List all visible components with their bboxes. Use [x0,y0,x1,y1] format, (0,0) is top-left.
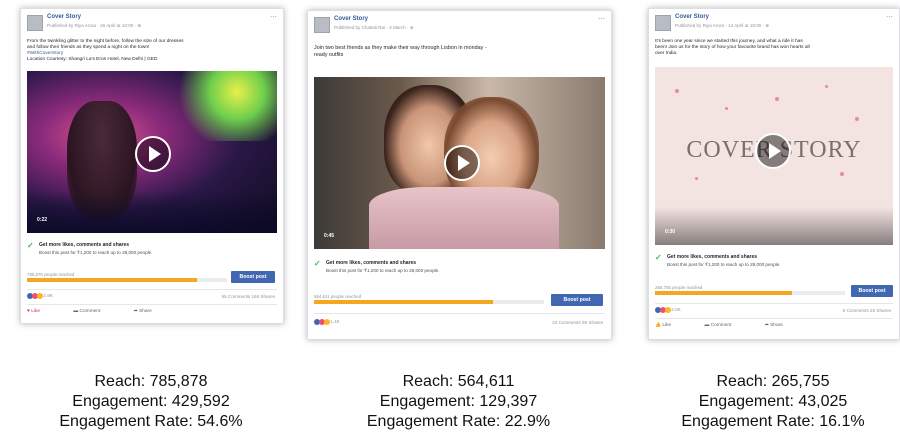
divider [27,304,277,305]
reach-stat: Reach: 785,878 [94,373,208,390]
post-stats-1: Reach: 785,878 Engagement: 429,592 Engag… [20,372,282,432]
post-card-3: Cover Story Published by Riya Arora · 14… [648,8,900,340]
engagement-stat: Engagement: 43,025 [698,393,848,410]
engagement-rate-stat: Engagement Rate: 16.1% [681,413,865,430]
more-options-icon[interactable]: ⋯ [270,13,277,21]
post-caption: From the twinkling glitter to the night … [27,39,277,63]
post-meta: Published by Riya Arora · 26 April at 10… [47,23,142,28]
engagement-rate-stat: Engagement Rate: 22.9% [366,413,551,430]
play-icon[interactable] [755,133,791,169]
divider [27,289,277,290]
divider [314,313,605,314]
reactions-summary[interactable]: 1.4K [314,319,340,325]
page-avatar[interactable] [314,17,330,33]
reach-bar-fill [314,300,494,304]
page-avatar[interactable] [655,15,671,31]
boost-post-button[interactable]: Boost post [551,294,603,306]
post-stats-2: Reach: 564,611 Engagement: 129,397 Engag… [307,372,610,432]
checkmark-icon: ✓ [655,253,662,262]
checkmark-icon: ✓ [27,241,34,250]
share-action[interactable]: ➦ Share [765,323,799,328]
post-stats-3: Reach: 265,755 Engagement: 43,025 Engage… [648,372,898,432]
share-action[interactable]: ➦ Share [134,309,168,314]
video-duration: 0:30 [665,229,676,235]
people-reached-text: 785,878 people reached [27,272,75,277]
reach-bar-fill [655,291,792,295]
like-action[interactable]: 👍 Like [655,323,687,328]
post-meta: Published by Riya Arora · 14 April at 18… [675,23,770,28]
video-thumbnail[interactable]: 0:22 [27,71,277,233]
boost-tip: ✓ Get more likes, comments and shares Bo… [27,241,153,255]
boost-tip: ✓ Get more likes, comments and shares Bo… [655,253,781,267]
divider [655,303,893,304]
people-reached-text: 564,611 people reached [314,294,362,299]
video-duration: 0:22 [37,217,48,223]
post-header: Cover Story Published by Chaitali Rai · … [308,11,611,39]
comment-action[interactable]: ▬ Comment [704,323,747,328]
more-options-icon[interactable]: ⋯ [598,15,605,23]
more-options-icon[interactable]: ⋯ [886,13,893,21]
divider [655,318,893,319]
page-name-link[interactable]: Cover Story [334,16,368,22]
like-action[interactable]: ♥ Like [27,309,56,314]
page-name-link[interactable]: Cover Story [675,14,709,20]
post-card-2: Cover Story Published by Chaitali Rai · … [307,10,612,340]
boost-post-button[interactable]: Boost post [231,271,275,283]
comments-shares-count[interactable]: 23 Comments 96 Shares [552,320,603,325]
engagement-stat: Engagement: 429,592 [72,393,230,410]
play-icon[interactable] [135,136,171,172]
video-thumbnail[interactable]: COVER STORY 0:30 [655,67,893,245]
post-header: Cover Story Published by Riya Arora · 14… [649,9,899,37]
boost-tip: ✓ Get more likes, comments and shares Bo… [314,259,440,273]
reach-meter: 564,611 people reached [314,294,544,304]
engagement-stat: Engagement: 129,397 [379,393,538,410]
post-header: Cover Story Published by Riya Arora · 26… [21,9,283,37]
reach-stat: Reach: 564,611 [402,373,515,390]
comments-shares-count[interactable]: 8 Comments 25 Shares [843,308,891,313]
reach-bar-fill [27,278,197,282]
post-actions: ♥ Like ▬ Comment ➦ Share [27,309,277,314]
engagement-rate-stat: Engagement Rate: 54.6% [59,413,243,430]
video-duration: 0:45 [324,233,335,239]
reach-stat: Reach: 265,755 [716,373,830,390]
people-reached-text: 265,755 people reached [655,285,703,290]
post-meta: Published by Chaitali Rai · 3 March · ⊕ [334,25,414,30]
comments-shares-count[interactable]: 65 Comments 166 Shares [222,294,275,299]
reactions-summary[interactable]: 2.9K [27,293,53,299]
post-caption: Join two best friends as they make their… [314,45,487,58]
checkmark-icon: ✓ [314,259,321,268]
reactions-summary[interactable]: 2.0K [655,307,681,313]
play-icon[interactable] [444,145,480,181]
reach-meter: 785,878 people reached [27,272,227,282]
post-card-1: Cover Story Published by Riya Arora · 26… [20,8,284,324]
boost-post-button[interactable]: Boost post [851,285,893,297]
reach-meter: 265,755 people reached [655,285,845,295]
post-caption: It's been one year since we started this… [655,39,810,56]
comment-action[interactable]: ▬ Comment [73,309,116,314]
page-avatar[interactable] [27,15,43,31]
page-name-link[interactable]: Cover Story [47,14,81,20]
video-thumbnail[interactable]: 0:45 [314,77,605,249]
post-actions: 👍 Like ▬ Comment ➦ Share [655,323,893,328]
